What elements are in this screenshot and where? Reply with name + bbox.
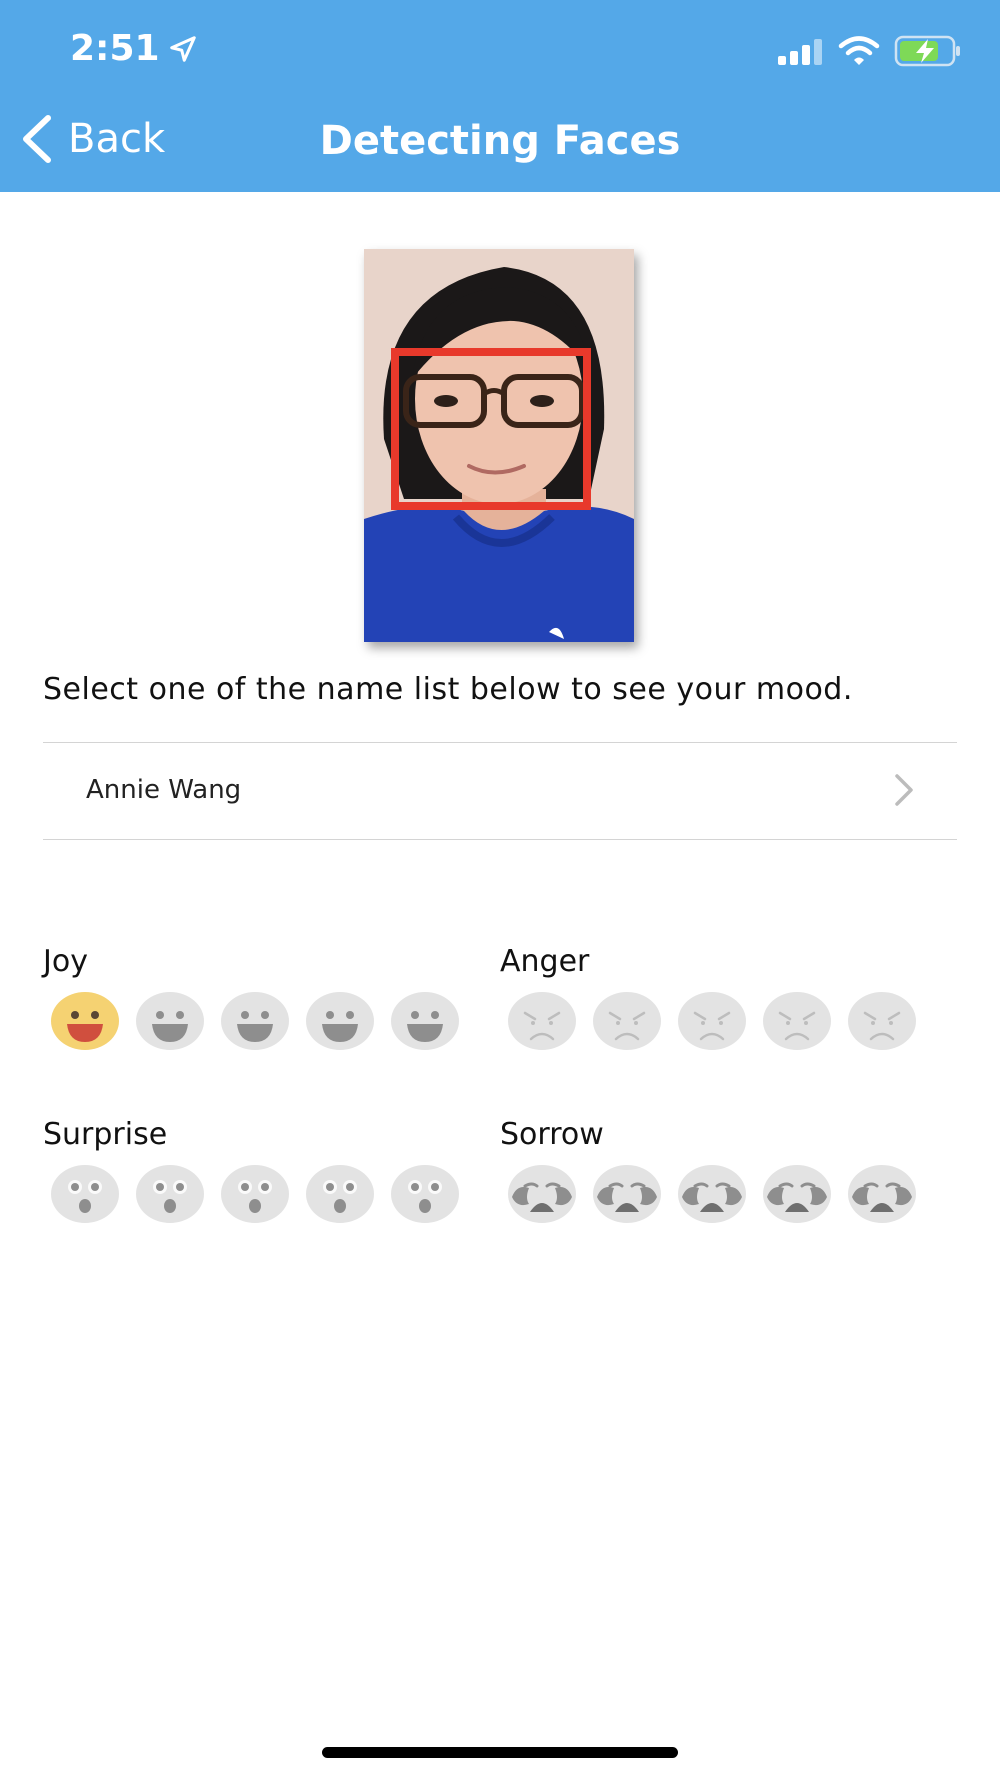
- surprise-face-icon: [306, 1165, 374, 1223]
- mood-label-anger: Anger: [500, 944, 590, 979]
- sorrow-face-icon: [848, 1165, 916, 1223]
- navigation-header: 2:51 Back Detecting Faces: [0, 0, 1000, 192]
- surprise-face-icon: [221, 1165, 289, 1223]
- instruction-text: Select one of the name list below to see…: [43, 672, 853, 707]
- anger-face-icon: [593, 992, 661, 1050]
- mood-label-surprise: Surprise: [43, 1117, 168, 1152]
- status-clock: 2:51: [70, 28, 198, 69]
- status-indicators: [776, 34, 962, 68]
- name-list-item-label: Annie Wang: [86, 775, 242, 805]
- anger-face-icon: [678, 992, 746, 1050]
- page-title: Detecting Faces: [319, 118, 681, 164]
- joy-face-icon: [51, 992, 119, 1050]
- joy-face-icon: [306, 992, 374, 1050]
- surprise-face-icon: [391, 1165, 459, 1223]
- face-photo-image: [364, 249, 634, 642]
- anger-face-icon: [508, 992, 576, 1050]
- anger-rating-row: [507, 991, 917, 1051]
- surprise-rating-row: [50, 1164, 460, 1224]
- status-time-label: 2:51: [70, 28, 160, 69]
- mood-label-sorrow: Sorrow: [500, 1117, 604, 1152]
- joy-face-icon: [136, 992, 204, 1050]
- anger-face-icon: [848, 992, 916, 1050]
- battery-charging-icon: [894, 35, 960, 67]
- face-photo: [364, 249, 634, 642]
- wifi-icon: [838, 36, 880, 65]
- mood-label-joy: Joy: [43, 944, 88, 979]
- sorrow-rating-row: [507, 1164, 917, 1224]
- sorrow-face-icon: [678, 1165, 746, 1223]
- surprise-face-icon: [51, 1165, 119, 1223]
- sorrow-face-icon: [593, 1165, 661, 1223]
- name-list-item[interactable]: Annie Wang: [43, 742, 957, 840]
- cellular-signal-icon: [778, 39, 822, 65]
- sorrow-face-icon: [508, 1165, 576, 1223]
- sorrow-face-icon: [763, 1165, 831, 1223]
- surprise-face-icon: [136, 1165, 204, 1223]
- anger-face-icon: [763, 992, 831, 1050]
- location-arrow-icon: [169, 35, 196, 62]
- joy-face-icon: [391, 992, 459, 1050]
- joy-face-icon: [221, 992, 289, 1050]
- joy-rating-row: [50, 991, 460, 1051]
- home-indicator: [322, 1747, 678, 1758]
- chevron-right-icon: [895, 774, 913, 806]
